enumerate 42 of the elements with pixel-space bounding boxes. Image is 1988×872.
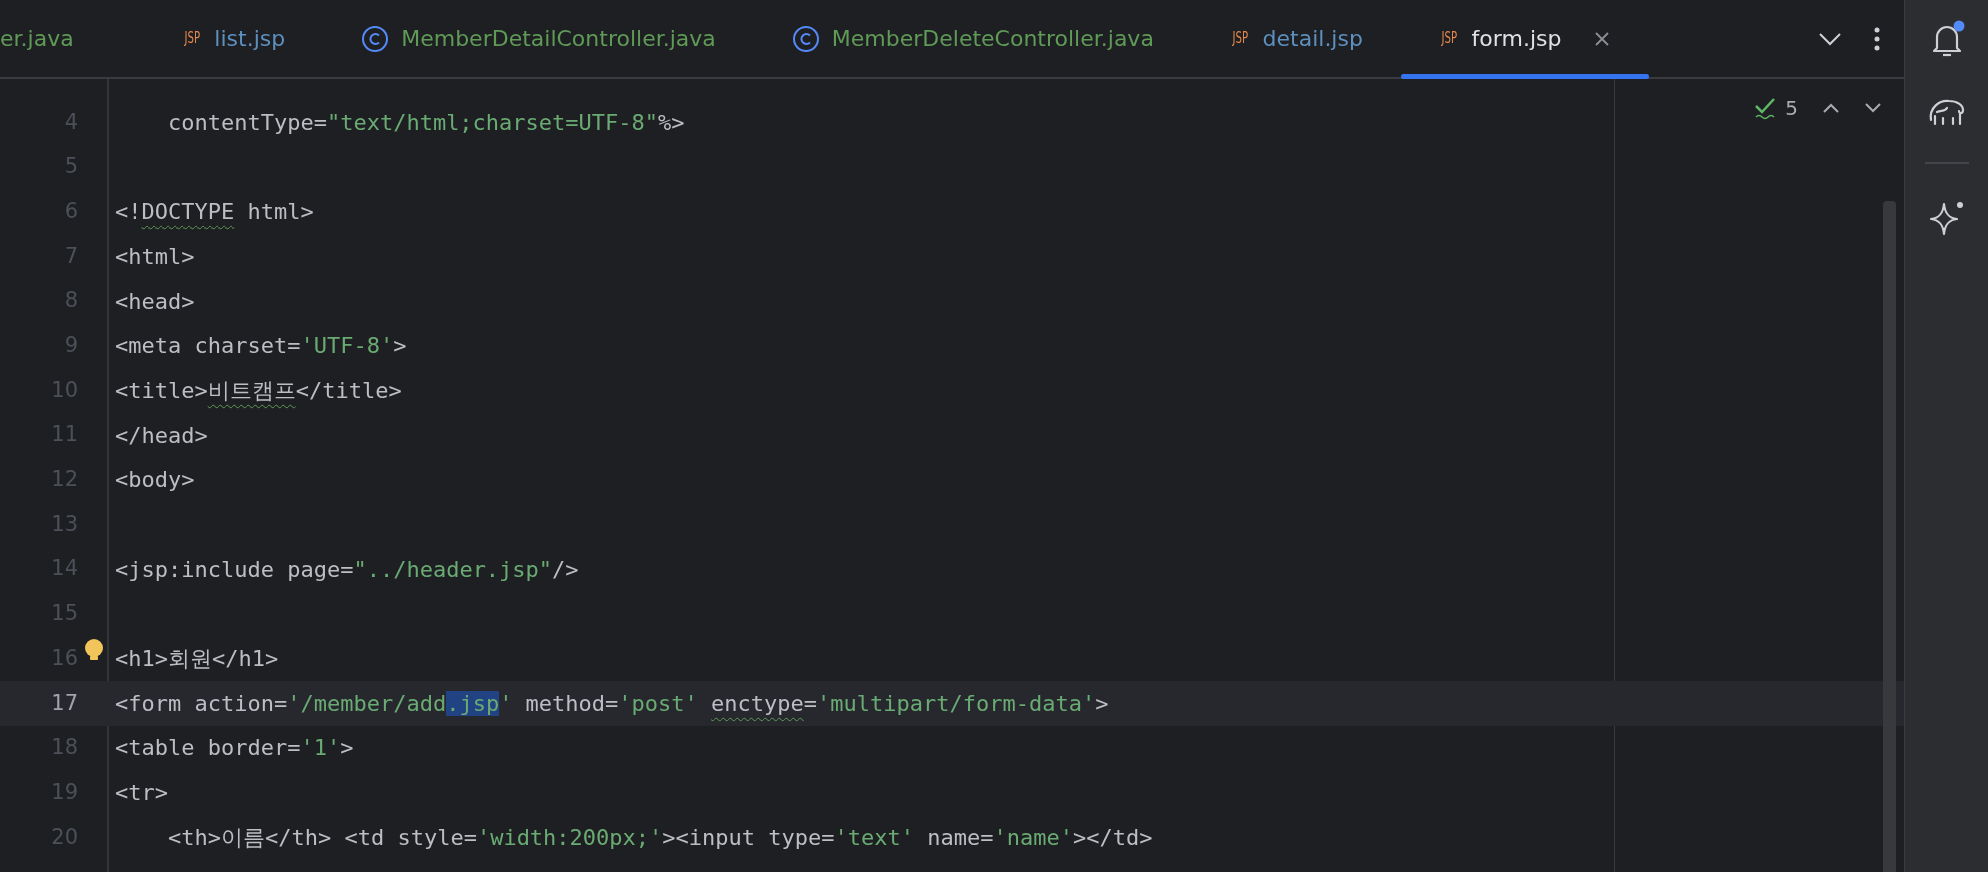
code-line: <h1>회원</h1>: [114, 645, 279, 674]
close-icon[interactable]: [1593, 29, 1612, 48]
jsp-file-icon: JSP: [1441, 27, 1457, 50]
tab-label: form.jsp: [1471, 25, 1562, 53]
code-line: <tr>: [114, 779, 168, 808]
code-line: </head>: [114, 421, 208, 450]
jsp-file-icon: JSP: [184, 27, 200, 50]
code-line: contentType="text/html;charset=UTF-8"%>: [166, 108, 685, 137]
line-number: 17: [50, 689, 78, 717]
editor-tab[interactable]: JSP form.jsp: [1400, 0, 1650, 77]
code-line: <body>: [114, 466, 195, 495]
inspection-count: 5: [1785, 95, 1798, 122]
tab-label: er.java: [0, 25, 74, 53]
editor-tab[interactable]: JSP list.jsp: [143, 0, 324, 77]
editor-tab[interactable]: JSP detail.jsp: [1191, 0, 1401, 77]
code-line: <title>비트캠프</title>: [114, 376, 402, 405]
tab-label: list.jsp: [214, 25, 286, 53]
check-icon: [1753, 96, 1778, 120]
scrollbar[interactable]: [1883, 201, 1896, 872]
jsp-file-icon: JSP: [1232, 27, 1248, 50]
inspection-status[interactable]: 5: [1753, 93, 1798, 123]
tab-label: detail.jsp: [1262, 25, 1363, 53]
lightbulb-icon[interactable]: [84, 639, 104, 662]
chevron-down-icon[interactable]: [1864, 102, 1882, 114]
tab-label: MemberDetailController.java: [401, 25, 716, 53]
tab-label: MemberDeleteController.java: [831, 25, 1154, 53]
code-line: <th>이름</th> <td style='width:200px;'><input type='text' name='name'></td>: [166, 823, 1153, 852]
code-line: <meta charset='UTF-8'>: [114, 332, 407, 361]
class-icon: [361, 24, 390, 53]
class-icon: [791, 24, 820, 53]
code-line: <head>: [114, 287, 195, 316]
code-line: <table border='1'>: [114, 734, 354, 763]
editor-tab[interactable]: MemberDeleteController.java: [753, 0, 1192, 77]
chevron-up-icon[interactable]: [1822, 102, 1840, 114]
editor-tab[interactable]: MemberDetailController.java: [323, 0, 754, 77]
code-line: <jsp:include page="../header.jsp"/>: [114, 555, 579, 584]
editor-tab[interactable]: er.java: [0, 0, 144, 77]
code-line: <!DOCTYPE html>: [114, 198, 314, 227]
code-line: <html>: [114, 242, 195, 271]
code-line: <form action='/member/add.jsp' method='post' enctype='multipart/form-data'>: [114, 689, 1109, 718]
more-options-icon[interactable]: [1874, 26, 1880, 51]
chevron-down-icon[interactable]: [1818, 31, 1842, 46]
